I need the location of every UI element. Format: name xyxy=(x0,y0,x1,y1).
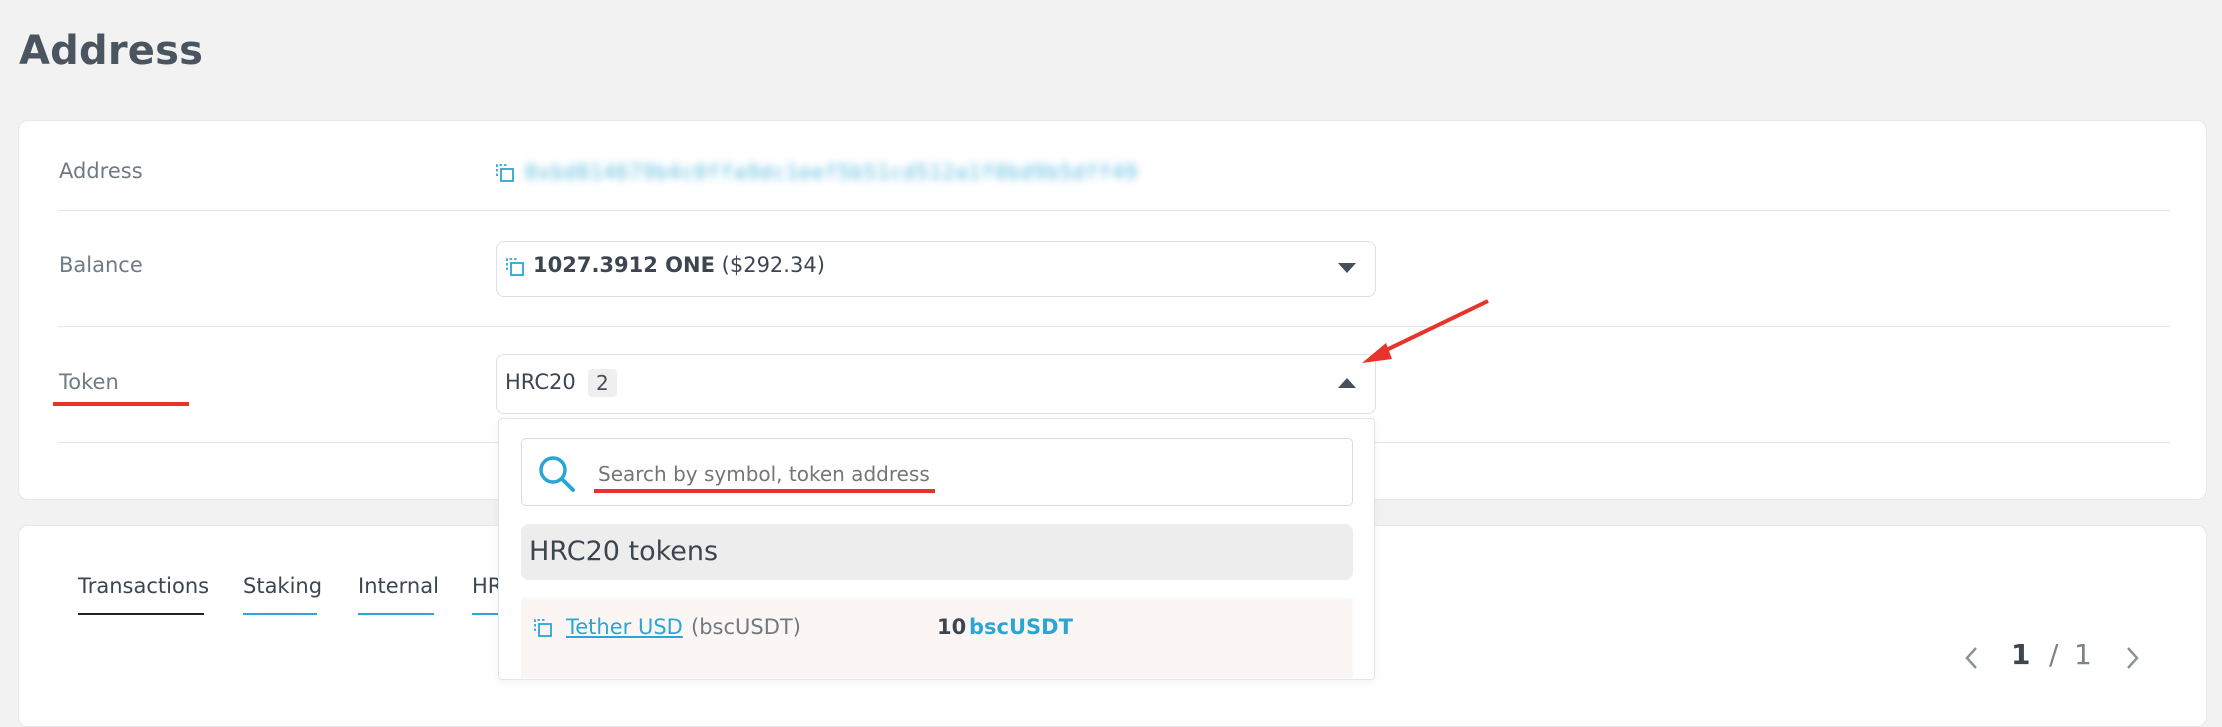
address-value[interactable]: 0xbd814679b4c0ffa9dc1eef5b51cd512a1f0bd9… xyxy=(525,160,1137,186)
annotation-underline xyxy=(53,402,189,406)
chevron-right-icon[interactable] xyxy=(2123,645,2141,671)
tab-indicator xyxy=(243,613,317,615)
token-count-badge: 2 xyxy=(588,369,617,397)
balance-value: 1027.3912 ONE ($292.34) xyxy=(533,253,825,277)
copy-icon[interactable] xyxy=(505,257,525,277)
row-divider xyxy=(58,210,2170,211)
chevron-left-icon[interactable] xyxy=(1963,645,1981,671)
chevron-up-icon[interactable] xyxy=(1338,378,1356,388)
tab-indicator xyxy=(358,613,434,615)
row-divider xyxy=(58,326,2170,327)
token-search-input[interactable] xyxy=(596,458,1340,490)
page-current: 1 xyxy=(2011,638,2031,671)
page-total: 1 xyxy=(2074,638,2092,671)
copy-icon[interactable] xyxy=(495,163,515,183)
balance-label: Balance xyxy=(59,253,143,277)
token-select[interactable] xyxy=(496,354,1376,414)
copy-icon[interactable] xyxy=(533,618,553,638)
token-symbol: (bscUSDT) xyxy=(691,615,801,639)
balance-amount: 1027.3912 ONE xyxy=(533,253,715,277)
token-name-link[interactable]: Tether USD xyxy=(566,615,683,639)
page-separator: / xyxy=(2049,638,2059,671)
annotation-underline xyxy=(594,489,935,493)
tab-transactions[interactable]: Transactions xyxy=(78,574,209,598)
token-label: Token xyxy=(59,370,119,394)
address-label: Address xyxy=(59,159,143,183)
chevron-down-icon[interactable] xyxy=(1338,263,1356,273)
annotation-arrow xyxy=(1362,299,1489,363)
tab-active-indicator xyxy=(78,613,204,615)
balance-usd: ($292.34) xyxy=(721,253,825,277)
tab-indicator xyxy=(472,613,498,615)
token-amount: 10 xyxy=(937,615,967,639)
token-group-title: HRC20 tokens xyxy=(529,536,719,567)
tab-staking[interactable]: Staking xyxy=(243,574,322,598)
tab-internal[interactable]: Internal xyxy=(358,574,439,598)
search-icon xyxy=(539,456,575,492)
token-type: HRC20 xyxy=(505,370,576,394)
page-title: Address xyxy=(19,28,204,74)
token-amount-symbol: bscUSDT xyxy=(969,615,1073,639)
